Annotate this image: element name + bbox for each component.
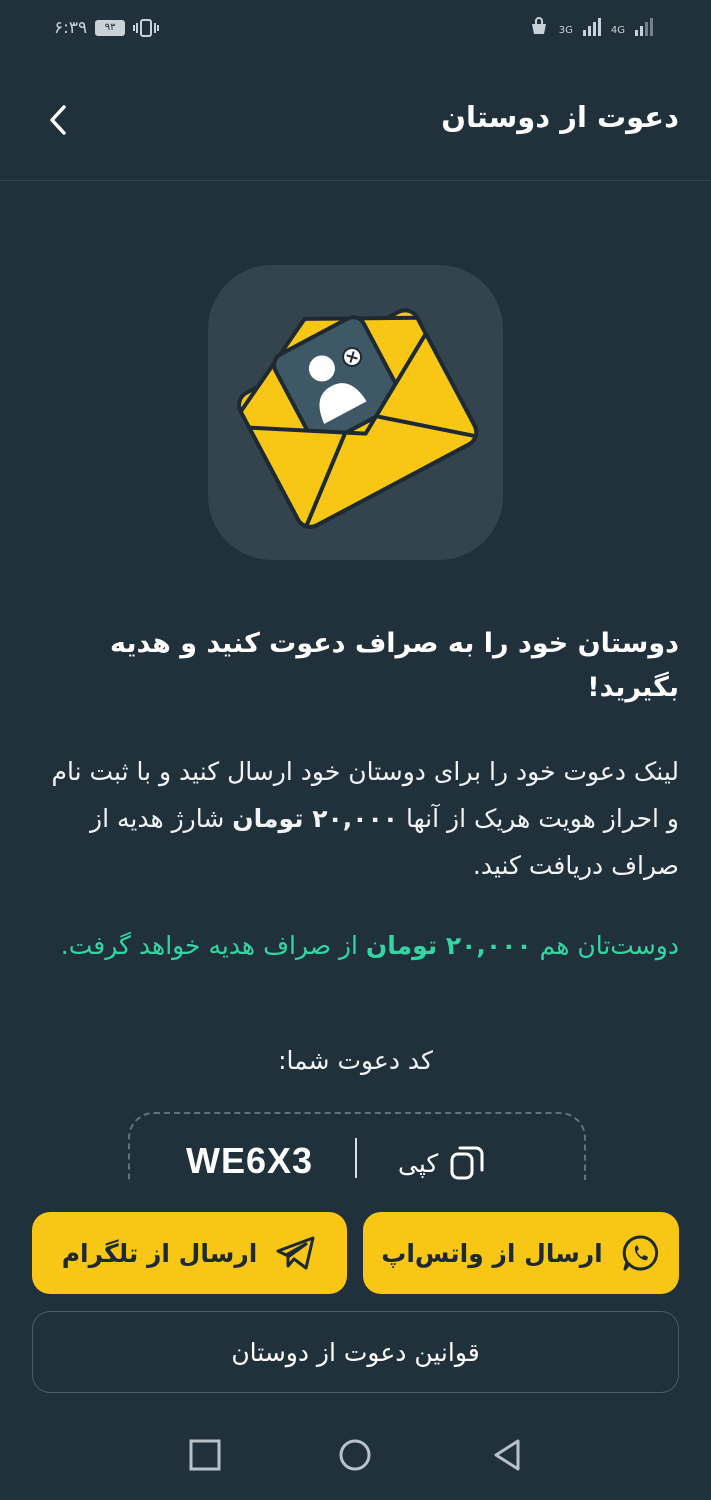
system-nav-bar [0,1410,711,1500]
signal-icon-2 [635,18,653,36]
status-time: ۶:۳۹ [54,18,88,38]
back-chevron-icon [50,105,66,135]
friend-text-end: از صراف هدیه خواهد گرفت. [60,931,358,960]
whatsapp-icon [622,1235,658,1271]
copy-label: کپی [398,1148,439,1178]
signal-icon [582,18,601,36]
invite-illustration [208,265,503,560]
status-left: ۶:۳۹ ۹۳ [54,18,160,38]
copy-button[interactable]: کپی [398,1144,486,1180]
share-telegram-button[interactable]: ارسال از تلگرام [32,1212,347,1294]
page-title: دعوت از دوستان [441,100,679,134]
telegram-icon [276,1236,315,1270]
vibrate-icon [133,19,160,37]
home-icon[interactable] [338,1438,372,1472]
copy-icon [450,1146,484,1180]
description: لینک دعوت خود را برای دوستان خود ارسال ک… [32,748,679,889]
code-divider [355,1138,357,1178]
share-whatsapp-label: ارسال از واتس‌اپ [381,1238,603,1268]
app-header: دعوت از دوستان [0,60,711,181]
invite-code-box: WE6X3 کپی [128,1112,586,1180]
friend-reward-amount: ۲۰,۰۰۰ تومان [365,931,532,960]
friend-text-start: دوست‌تان هم [539,931,679,960]
reward-amount: ۲۰,۰۰۰ تومان [232,804,399,833]
network-3g-label: 3G [558,25,573,36]
headline: دوستان خود را به صراف دعوت کنید و هدیه ب… [110,628,679,703]
invite-rules-label: قوانین دعوت از دوستان [231,1337,480,1367]
invite-rules-button[interactable]: قوانین دعوت از دوستان [32,1311,679,1393]
status-right: 3G 4G [529,16,653,36]
friend-reward-note: دوست‌تان هم ۲۰,۰۰۰ تومان از صراف هدیه خو… [32,922,679,969]
battery-icon: ۹۳ [95,20,126,36]
network-4g-label: 4G [610,25,625,36]
back-button[interactable] [36,98,80,142]
invite-code-label: کد دعوت شما: [278,1046,433,1075]
status-bar: ۶:۳۹ ۹۳ 3G 4G [0,0,711,60]
recent-apps-icon[interactable] [188,1438,222,1472]
envelope-invite-icon [237,308,479,529]
invite-code-value: WE6X3 [186,1140,314,1180]
share-telegram-label: ارسال از تلگرام [61,1238,258,1268]
back-triangle-icon[interactable] [490,1438,524,1472]
share-whatsapp-button[interactable]: ارسال از واتس‌اپ [363,1212,679,1294]
shopping-bag-icon [531,17,546,34]
